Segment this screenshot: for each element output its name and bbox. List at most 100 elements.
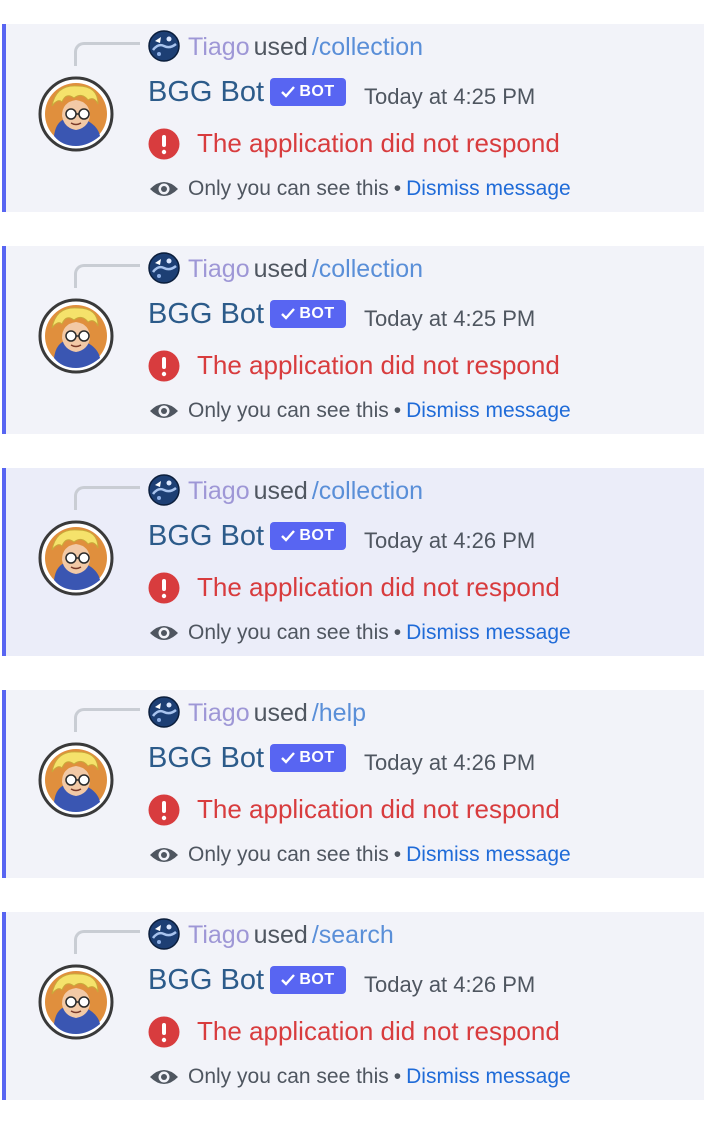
bot-avatar-icon[interactable]	[38, 298, 114, 374]
bot-badge: BOT	[270, 522, 346, 550]
eye-icon	[150, 404, 178, 418]
eye-icon	[150, 1070, 178, 1084]
checkmark-icon	[281, 974, 296, 986]
bot-avatar-icon[interactable]	[38, 742, 114, 818]
bot-badge-label: BOT	[299, 527, 335, 544]
bot-badge-label: BOT	[299, 971, 335, 988]
eye-icon	[150, 848, 178, 862]
bot-avatar-icon[interactable]	[38, 520, 114, 596]
user-avatar-icon[interactable]	[148, 474, 180, 506]
timestamp[interactable]: Today at 4:25 PM	[364, 304, 535, 334]
separator-dot: •	[393, 1065, 402, 1088]
reply-context: Tiago used/search	[188, 918, 394, 952]
reply-verb: used	[253, 33, 308, 61]
checkmark-icon	[281, 308, 296, 320]
ephemeral-note: Only you can see this	[188, 177, 389, 200]
separator-dot: •	[393, 177, 402, 200]
dismiss-message-link[interactable]: Dismiss message	[406, 177, 571, 200]
reply-verb: used	[253, 255, 308, 283]
timestamp[interactable]: Today at 4:26 PM	[364, 970, 535, 1000]
ephemeral-message: Tiago used/collection BGG Bot BOT Today a…	[2, 24, 704, 212]
exclamation-circle-icon	[148, 350, 180, 382]
dismiss-message-link[interactable]: Dismiss message	[406, 399, 571, 422]
ephemeral-note: Only you can see this	[188, 1065, 389, 1088]
error-message: The application did not respond	[197, 350, 560, 380]
bot-name[interactable]: BGG Bot	[148, 294, 264, 334]
reply-context: Tiago used/collection	[188, 30, 423, 64]
reply-username[interactable]: Tiago	[188, 255, 250, 283]
exclamation-circle-icon	[148, 128, 180, 160]
timestamp[interactable]: Today at 4:26 PM	[364, 748, 535, 778]
bot-avatar-icon[interactable]	[38, 964, 114, 1040]
ephemeral-note: Only you can see this	[188, 621, 389, 644]
timestamp[interactable]: Today at 4:25 PM	[364, 82, 535, 112]
error-message: The application did not respond	[197, 572, 560, 602]
ephemeral-message: Tiago used/help BGG Bot BOT Today at 4:26…	[2, 690, 704, 878]
user-avatar-icon[interactable]	[148, 30, 180, 62]
bot-name[interactable]: BGG Bot	[148, 960, 264, 1000]
reply-command[interactable]: /collection	[312, 477, 423, 505]
bot-badge-label: BOT	[299, 749, 335, 766]
checkmark-icon	[281, 530, 296, 542]
bot-badge-label: BOT	[299, 83, 335, 100]
timestamp[interactable]: Today at 4:26 PM	[364, 526, 535, 556]
reply-command[interactable]: /collection	[312, 33, 423, 61]
separator-dot: •	[393, 399, 402, 422]
eye-icon	[150, 182, 178, 196]
ephemeral-note: Only you can see this	[188, 843, 389, 866]
ephemeral-footer: Only you can see this • Dismiss message	[188, 1062, 571, 1092]
reply-username[interactable]: Tiago	[188, 699, 250, 727]
bot-badge: BOT	[270, 78, 346, 106]
exclamation-circle-icon	[148, 1016, 180, 1048]
error-message: The application did not respond	[197, 794, 560, 824]
reply-spine	[74, 264, 140, 288]
ephemeral-message: Tiago used/search BGG Bot BOT Today at 4:…	[2, 912, 704, 1100]
reply-username[interactable]: Tiago	[188, 33, 250, 61]
reply-command[interactable]: /collection	[312, 255, 423, 283]
bot-badge: BOT	[270, 300, 346, 328]
reply-verb: used	[253, 921, 308, 949]
bot-avatar-icon[interactable]	[38, 76, 114, 152]
user-avatar-icon[interactable]	[148, 696, 180, 728]
checkmark-icon	[281, 752, 296, 764]
reply-context: Tiago used/collection	[188, 474, 423, 508]
ephemeral-footer: Only you can see this • Dismiss message	[188, 396, 571, 426]
ephemeral-message: Tiago used/collection BGG Bot BOT Today a…	[2, 468, 704, 656]
separator-dot: •	[393, 621, 402, 644]
error-message: The application did not respond	[197, 1016, 560, 1046]
reply-spine	[74, 708, 140, 732]
bot-badge: BOT	[270, 744, 346, 772]
reply-context: Tiago used/collection	[188, 252, 423, 286]
bot-name[interactable]: BGG Bot	[148, 738, 264, 778]
error-message: The application did not respond	[197, 128, 560, 158]
reply-username[interactable]: Tiago	[188, 477, 250, 505]
reply-context: Tiago used/help	[188, 696, 366, 730]
reply-verb: used	[253, 699, 308, 727]
reply-spine	[74, 42, 140, 66]
ephemeral-note: Only you can see this	[188, 399, 389, 422]
user-avatar-icon[interactable]	[148, 252, 180, 284]
reply-spine	[74, 486, 140, 510]
dismiss-message-link[interactable]: Dismiss message	[406, 1065, 571, 1088]
bot-badge-label: BOT	[299, 305, 335, 322]
reply-spine	[74, 930, 140, 954]
checkmark-icon	[281, 86, 296, 98]
ephemeral-footer: Only you can see this • Dismiss message	[188, 840, 571, 870]
user-avatar-icon[interactable]	[148, 918, 180, 950]
exclamation-circle-icon	[148, 794, 180, 826]
exclamation-circle-icon	[148, 572, 180, 604]
reply-command[interactable]: /search	[312, 921, 394, 949]
reply-username[interactable]: Tiago	[188, 921, 250, 949]
dismiss-message-link[interactable]: Dismiss message	[406, 621, 571, 644]
dismiss-message-link[interactable]: Dismiss message	[406, 843, 571, 866]
eye-icon	[150, 626, 178, 640]
ephemeral-footer: Only you can see this • Dismiss message	[188, 174, 571, 204]
ephemeral-footer: Only you can see this • Dismiss message	[188, 618, 571, 648]
reply-verb: used	[253, 477, 308, 505]
bot-name[interactable]: BGG Bot	[148, 72, 264, 112]
separator-dot: •	[393, 843, 402, 866]
reply-command[interactable]: /help	[312, 699, 366, 727]
bot-badge: BOT	[270, 966, 346, 994]
bot-name[interactable]: BGG Bot	[148, 516, 264, 556]
ephemeral-message: Tiago used/collection BGG Bot BOT Today a…	[2, 246, 704, 434]
